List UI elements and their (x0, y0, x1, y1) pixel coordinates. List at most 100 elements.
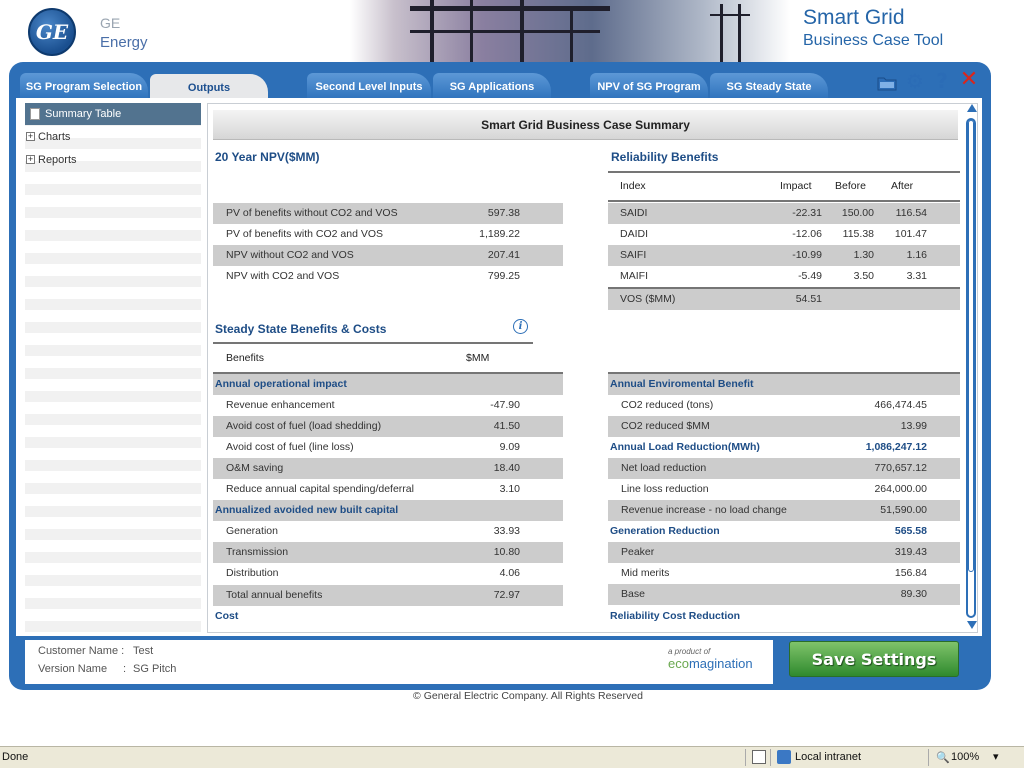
reliability-before: 3.50 (853, 270, 874, 282)
tab-sg-program-selection[interactable]: SG Program Selection (20, 73, 148, 99)
table-row: Line loss reduction 264,000.00 (608, 479, 960, 500)
save-settings-button[interactable]: Save Settings (789, 641, 959, 677)
column-header: $MM (466, 352, 490, 364)
zoom-dropdown-icon[interactable]: ▾ (993, 750, 999, 763)
column-header: Impact (780, 180, 812, 192)
row-label: O&M saving (226, 462, 284, 474)
row-value: 319.43 (894, 546, 927, 558)
steady-state-heading: Steady State Benefits & Costs (215, 322, 387, 336)
eco-wordmark-a: eco (668, 656, 689, 671)
category-row: Annual Load Reduction(MWh) 1,086,247.12 (608, 437, 960, 458)
row-label: Generation (226, 525, 278, 537)
reliability-heading: Reliability Benefits (611, 150, 719, 164)
vertical-scrollbar[interactable] (965, 104, 977, 632)
header-photo (350, 0, 790, 62)
scroll-down-icon[interactable] (967, 621, 977, 629)
npv-row-label: NPV without CO2 and VOS (226, 249, 354, 261)
row-label: Revenue increase - no load change (621, 504, 787, 516)
nav-item-charts[interactable]: + Charts (25, 126, 201, 148)
row-value: 13.99 (900, 420, 927, 432)
scroll-up-icon[interactable] (967, 104, 977, 112)
npv-row-label: PV of benefits with CO2 and VOS (226, 228, 383, 240)
close-icon[interactable]: ✕ (958, 68, 980, 92)
reliability-index: SAIFI (620, 249, 647, 261)
row-value: 1,086,247.12 (865, 441, 927, 453)
reliability-impact: -22.31 (792, 207, 822, 219)
nav-item-summary-table[interactable]: Summary Table (25, 103, 201, 125)
nav-tree: Summary Table + Charts + Reports (25, 103, 201, 633)
summary-title: Smart Grid Business Case Summary (213, 110, 958, 140)
vos-value: 54.51 (795, 293, 822, 305)
cost-row: Cost (213, 606, 563, 627)
eco-wordmark-b: magination (688, 656, 753, 671)
product-title-line1: Smart Grid (803, 6, 905, 29)
divider (608, 200, 960, 202)
row-value: 565.58 (894, 525, 927, 537)
product-title: Smart Grid Business Case Tool (803, 6, 943, 52)
npv-row: PV of benefits without CO2 and VOS 597.3… (213, 203, 563, 224)
nav-item-reports[interactable]: + Reports (25, 149, 201, 171)
nav-item-label: Charts (38, 131, 71, 143)
row-label: Annualized avoided new built capital (215, 504, 399, 516)
brand-line2: Energy (100, 34, 148, 51)
help-icon[interactable]: ? (933, 70, 951, 92)
row-label: CO2 reduced $MM (621, 420, 710, 432)
row-label: Generation Reduction (610, 525, 720, 537)
npv-row: PV of benefits with CO2 and VOS 1,189.22 (213, 224, 563, 245)
row-value: 41.50 (493, 420, 520, 432)
reliability-row: DAIDI -12.06 115.38 101.47 (608, 224, 960, 245)
row-value: 264,000.00 (874, 483, 927, 495)
row-value: -47.90 (490, 399, 520, 411)
reliability-index: MAIFI (620, 270, 648, 282)
table-row: Reduce annual capital spending/deferral 3… (213, 479, 563, 500)
reliability-before: 1.30 (853, 249, 874, 261)
row-value: 89.30 (900, 588, 927, 600)
row-value: 33.93 (493, 525, 520, 537)
info-icon[interactable]: i (513, 319, 528, 334)
expand-icon[interactable]: + (26, 155, 35, 164)
app-window: GE GE Energy Smart Grid Business Case To… (0, 0, 1024, 768)
table-row: CO2 reduced $MM 13.99 (608, 416, 960, 437)
intranet-icon (777, 750, 791, 764)
reliability-after: 3.31 (906, 270, 927, 282)
page-icon (752, 750, 766, 764)
category-row: Annualized avoided new built capital (213, 500, 563, 521)
customer-name-label: Customer Name : (38, 645, 125, 657)
tab-second-level-inputs[interactable]: Second Level Inputs (307, 73, 431, 99)
table-row: Distribution 4.06 (213, 563, 563, 584)
vos-row: VOS ($MM) 54.51 (608, 289, 960, 310)
row-label: Net load reduction (621, 462, 707, 474)
tab-outputs[interactable]: Outputs (150, 74, 268, 100)
zoom-level[interactable]: 100% (951, 751, 979, 763)
ge-logo-text: GE (35, 20, 69, 44)
reliability-before: 150.00 (841, 207, 874, 219)
version-name-colon: : (123, 663, 127, 675)
divider (608, 171, 960, 173)
folder-icon[interactable] (877, 75, 897, 91)
row-label: Annual Load Reduction(MWh) (610, 441, 760, 453)
category-row: Annual Enviromental Benefit (608, 374, 960, 395)
vos-label: VOS ($MM) (620, 293, 676, 305)
reliability-after: 101.47 (894, 228, 927, 240)
npv-row-value: 1,189.22 (479, 228, 520, 240)
header: GE GE Energy Smart Grid Business Case To… (0, 0, 1000, 62)
browser-status-bar: Done Local intranet 🔍 100% ▾ (0, 746, 1024, 768)
table-row: Transmission 10.80 (213, 542, 563, 563)
expand-icon[interactable]: + (26, 132, 35, 141)
column-header: Before (835, 180, 866, 192)
ge-logo: GE (28, 8, 76, 56)
tab-sg-steady-state[interactable]: SG Steady State (710, 73, 828, 99)
scroll-thumb[interactable] (968, 120, 974, 572)
category-row: Generation Reduction 565.58 (608, 521, 960, 542)
reliability-before: 115.38 (842, 228, 874, 240)
brand-line1: GE (100, 15, 121, 31)
total-benefits-row: Total annual benefits 72.97 (213, 585, 563, 606)
column-header: Benefits (226, 352, 264, 364)
gear-icon[interactable]: ⚙ (904, 70, 926, 92)
reliability-index: SAIDI (620, 207, 648, 219)
row-label: Mid merits (621, 567, 670, 579)
zoom-icon[interactable]: 🔍 (936, 751, 950, 764)
tab-sg-applications[interactable]: SG Applications (433, 73, 551, 99)
row-label: CO2 reduced (tons) (621, 399, 714, 411)
tab-npv-of-sg-program[interactable]: NPV of SG Program (590, 73, 708, 99)
